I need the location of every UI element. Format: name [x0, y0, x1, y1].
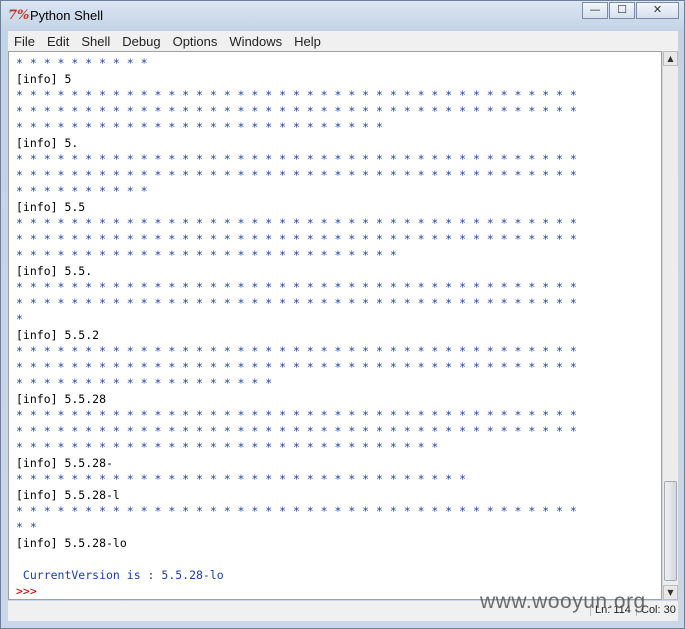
shell-line-stars: * * * * * * * * * * * * * * * * * * * * … [16, 168, 577, 182]
menu-file[interactable]: File [8, 34, 41, 49]
shell-line-info: [info] 5. [16, 136, 79, 150]
scrollbar-thumb[interactable] [664, 481, 677, 581]
idle-app-icon: 7% [8, 8, 30, 23]
shell-line-blank [16, 551, 577, 567]
shell-line-stars: * * * * * * * * * * * * * * * * * * * * … [16, 472, 467, 486]
menu-edit[interactable]: Edit [41, 34, 75, 49]
shell-line-stars: * * * * * * * * * * * * * * * * * * * * … [16, 504, 577, 518]
shell-line-stars: * * * * * * * * * * * * * * * * * * * * … [16, 440, 439, 454]
shell-line-stars: * * * * * * * * * * * * * * * * * * * * … [16, 296, 577, 310]
shell-line-stars: * * [16, 520, 37, 534]
shell-line-stars: * * * * * * * * * * * * * * * * * * * * … [16, 152, 577, 166]
close-button[interactable]: ✕ [636, 2, 679, 19]
shell-line-stars: * * * * * * * * * * * * * * * * * * * * … [16, 344, 577, 358]
shell-line-stars: * * * * * * * * * * * * * * * * * * * * … [16, 120, 383, 134]
watermark: www.wooyun.org [480, 590, 646, 613]
vertical-scrollbar[interactable]: ▲ ▼ [662, 51, 678, 600]
shell-line-output: CurrentVersion is : 5.5.28-lo [16, 568, 224, 582]
menu-options[interactable]: Options [167, 34, 224, 49]
shell-line-info: [info] 5.5.28-lo [16, 536, 127, 550]
menu-shell[interactable]: Shell [75, 34, 116, 49]
shell-line-info: [info] 5.5.2 [16, 328, 100, 342]
shell-line-stars: * * * * * * * * * * * * * * * * * * * * … [16, 216, 577, 230]
shell-line-stars: * * * * * * * * * * * * * * * * * * * * … [16, 104, 577, 118]
shell-output: * * * * * * * * * * [info] 5 * * * * * * *… [16, 55, 577, 599]
minimize-button[interactable]: — [582, 2, 608, 19]
shell-line-stars: * * * * * * * * * * * * * * * * * * * * … [16, 280, 577, 294]
shell-line-info: [info] 5.5.28- [16, 456, 113, 470]
shell-line-stars: * * * * * * * * * * [16, 56, 148, 70]
shell-line-info: [info] 5.5.28 [16, 392, 107, 406]
scroll-up-arrow-icon[interactable]: ▲ [663, 51, 678, 66]
menu-debug[interactable]: Debug [116, 34, 166, 49]
scroll-down-arrow-icon[interactable]: ▼ [663, 585, 678, 600]
window-controls: — ☐ ✕ [581, 2, 679, 19]
shell-line-stars: * [16, 312, 23, 326]
shell-line-stars: * * * * * * * * * * * * * * * * * * * * … [16, 88, 577, 102]
window-title: Python Shell [30, 8, 103, 23]
shell-line-stars: * * * * * * * * * * * * * * * * * * * * … [16, 424, 577, 438]
menu-windows[interactable]: Windows [223, 34, 288, 49]
python-shell-window: 7% Python Shell — ☐ ✕ File Edit Shell Debug… [0, 0, 685, 629]
shell-text-area[interactable]: * * * * * * * * * * [info] 5 * * * * * * *… [8, 51, 662, 600]
shell-line-info: [info] 5.5.28-l [16, 488, 120, 502]
shell-line-info: [info] 5.5. [16, 264, 93, 278]
title-bar[interactable]: 7% Python Shell — ☐ ✕ [1, 1, 684, 31]
menu-help[interactable]: Help [288, 34, 327, 49]
shell-line-stars: * * * * * * * * * * * * * * * * * * * * … [16, 408, 577, 422]
shell-line-info: [info] 5 [16, 72, 72, 86]
menu-bar: File Edit Shell Debug Options Windows Help [8, 31, 678, 51]
shell-line-stars: * * * * * * * * * * * * * * * * * * * * … [16, 360, 577, 374]
maximize-button[interactable]: ☐ [609, 2, 635, 19]
shell-line-stars: * * * * * * * * * * * * * * * * * * * * … [16, 248, 397, 262]
shell-line-stars: * * * * * * * * * * [16, 184, 148, 198]
shell-line-info: [info] 5.5 [16, 200, 86, 214]
shell-line-stars: * * * * * * * * * * * * * * * * * * * * … [16, 232, 577, 246]
shell-line-stars: * * * * * * * * * * * * * * * * * * * [16, 376, 273, 390]
